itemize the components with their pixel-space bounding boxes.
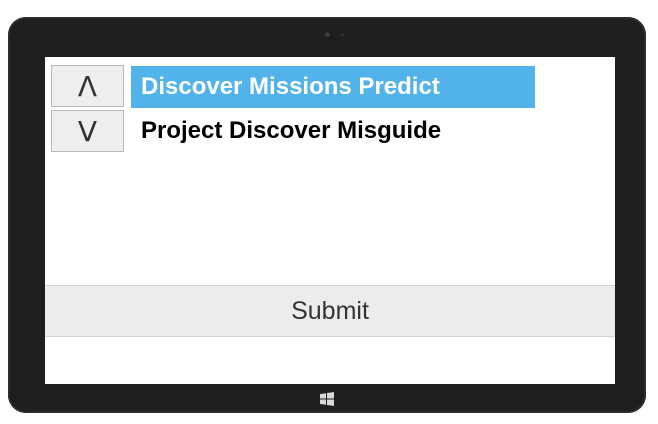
list-item-label: Project Discover Misguide <box>141 117 442 144</box>
list-item[interactable]: Project Discover Misguide <box>131 110 535 152</box>
submit-button[interactable]: Submit <box>45 285 615 337</box>
up-arrow-icon: Λ <box>77 69 98 103</box>
screen: Λ V Discover Missions Predict Project Di… <box>45 57 615 384</box>
list-item-label: Discover Missions Predict <box>141 73 440 100</box>
move-up-button[interactable]: Λ <box>51 65 124 107</box>
down-arrow-icon: V <box>77 114 98 148</box>
windows-logo-icon[interactable] <box>320 392 334 406</box>
camera-icon <box>325 32 330 37</box>
sensor-icon <box>341 33 344 36</box>
list-item-selected[interactable]: Discover Missions Predict <box>131 66 535 108</box>
tablet-bezel: Λ V Discover Missions Predict Project Di… <box>8 17 646 413</box>
move-down-button[interactable]: V <box>51 110 124 152</box>
submit-button-label: Submit <box>291 296 369 325</box>
